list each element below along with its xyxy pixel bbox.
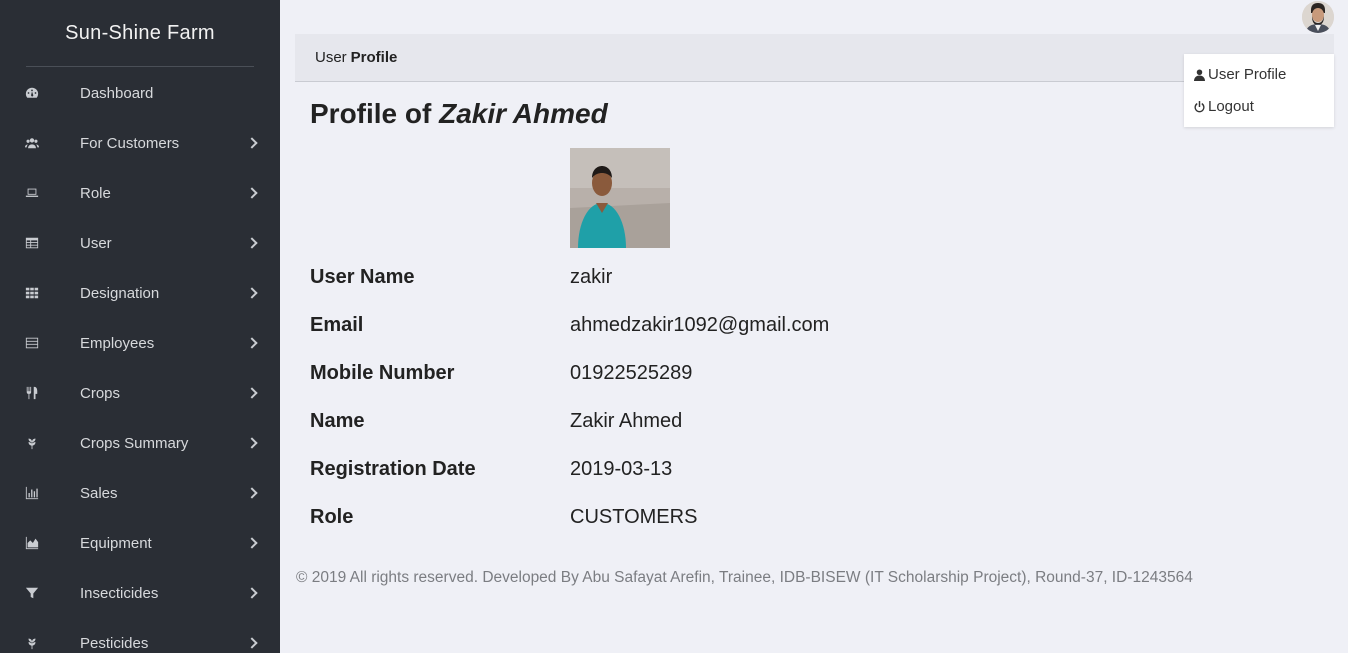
page-title-prefix: Profile of (310, 98, 432, 129)
field-label: Mobile Number (310, 361, 455, 384)
sidebar-item-label: Crops Summary (80, 434, 189, 452)
sidebar-item-employees[interactable]: Employees (0, 318, 280, 368)
user-profile-menu-item[interactable]: User Profile (1194, 66, 1286, 83)
bar-chart-icon (24, 485, 40, 501)
profile-row-name: Name Zakir Ahmed (310, 406, 682, 436)
field-value: 2019-03-13 (570, 457, 673, 480)
field-value: ahmedzakir1092@gmail.com (570, 313, 830, 336)
filter-icon (24, 585, 40, 601)
laptop-icon (24, 185, 40, 201)
profile-row-registration-date: Registration Date 2019-03-13 (310, 454, 672, 484)
profile-photo (570, 148, 670, 248)
user-avatar[interactable] (1302, 1, 1334, 33)
sidebar-item-crops[interactable]: Crops (0, 368, 280, 418)
user-dropdown-menu: User Profile Logout (1184, 54, 1334, 127)
sidebar-nav: Dashboard For Customers Role User Design… (0, 67, 280, 653)
sidebar-item-sales[interactable]: Sales (0, 468, 280, 518)
profile-row-username: User Name zakir (310, 262, 612, 292)
breadcrumb: User Profile (295, 34, 1334, 82)
dashboard-icon (24, 85, 40, 101)
sidebar-item-label: Dashboard (80, 84, 154, 102)
logout-label: Logout (1208, 98, 1254, 115)
sidebar-item-label: Crops (80, 384, 121, 402)
chevron-right-icon (246, 187, 258, 199)
sidebar-item-dashboard[interactable]: Dashboard (0, 68, 280, 118)
sidebar-item-label: Sales (80, 484, 118, 502)
chevron-right-icon (246, 237, 258, 249)
field-value: Zakir Ahmed (570, 409, 683, 432)
chevron-right-icon (246, 637, 258, 649)
power-icon (1194, 100, 1205, 112)
field-value: 01922525289 (570, 361, 693, 384)
sidebar-item-for-customers[interactable]: For Customers (0, 118, 280, 168)
sidebar-item-label: Pesticides (80, 634, 149, 652)
chevron-right-icon (246, 587, 258, 599)
sidebar-item-pesticides[interactable]: Pesticides (0, 618, 280, 653)
sidebar-item-label: Insecticides (80, 584, 159, 602)
chevron-right-icon (246, 387, 258, 399)
sidebar-item-designation[interactable]: Designation (0, 268, 280, 318)
users-icon (24, 135, 40, 151)
user-profile-label: User Profile (1208, 66, 1287, 83)
grid-icon (24, 285, 40, 301)
utensils-icon (24, 385, 40, 401)
chevron-right-icon (246, 437, 258, 449)
logout-menu-item[interactable]: Logout (1194, 98, 1254, 115)
breadcrumb-prefix: User (315, 49, 347, 66)
chevron-right-icon (246, 537, 258, 549)
field-value: CUSTOMERS (570, 505, 698, 528)
page-title: Profile of Zakir Ahmed (310, 98, 608, 130)
leaf-icon (24, 635, 40, 651)
chevron-right-icon (246, 137, 258, 149)
leaf-icon (24, 435, 40, 451)
user-icon (1194, 69, 1205, 81)
sidebar-item-label: User (80, 234, 112, 252)
field-label: Registration Date (310, 457, 476, 480)
sidebar-item-insecticides[interactable]: Insecticides (0, 568, 280, 618)
sidebar: Sun-Shine Farm Dashboard For Customers R… (0, 0, 280, 653)
footer-copyright: © 2019 All rights reserved. Developed By… (296, 569, 1193, 586)
chevron-right-icon (246, 337, 258, 349)
field-label: Role (310, 505, 354, 528)
field-label: Name (310, 409, 365, 432)
table-icon (24, 235, 40, 251)
field-value: zakir (570, 265, 613, 288)
chevron-right-icon (246, 287, 258, 299)
sidebar-item-user[interactable]: User (0, 218, 280, 268)
profile-row-email: Email ahmedzakir1092@gmail.com (310, 310, 829, 340)
chevron-right-icon (246, 487, 258, 499)
sidebar-item-role[interactable]: Role (0, 168, 280, 218)
sidebar-item-label: For Customers (80, 134, 180, 152)
sidebar-item-label: Equipment (80, 534, 152, 552)
profile-row-mobile: Mobile Number 01922525289 (310, 358, 692, 388)
page-title-name: Zakir Ahmed (439, 98, 608, 129)
area-chart-icon (24, 535, 40, 551)
breadcrumb-current: Profile (350, 49, 398, 66)
sidebar-item-label: Designation (80, 284, 160, 302)
sidebar-item-crops-summary[interactable]: Crops Summary (0, 418, 280, 468)
sidebar-item-label: Employees (80, 334, 155, 352)
sidebar-item-label: Role (80, 184, 111, 202)
field-label: User Name (310, 265, 415, 288)
sidebar-item-equipment[interactable]: Equipment (0, 518, 280, 568)
field-label: Email (310, 313, 364, 336)
brand-title[interactable]: Sun-Shine Farm (0, 0, 280, 66)
list-icon (24, 335, 40, 351)
profile-row-role: Role CUSTOMERS (310, 502, 697, 532)
